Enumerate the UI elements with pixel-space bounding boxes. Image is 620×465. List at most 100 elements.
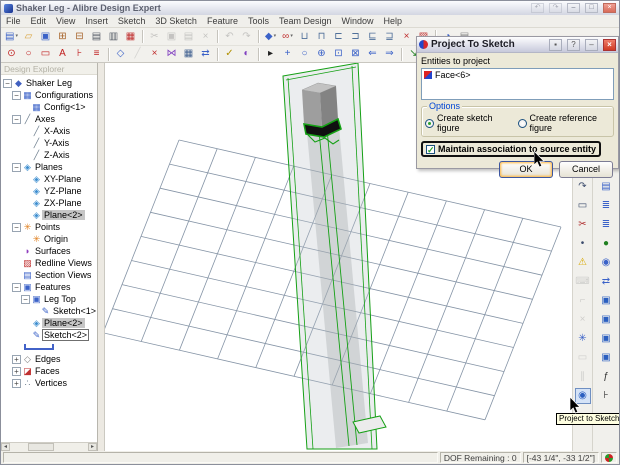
scroll-left-icon[interactable]: ◂ (1, 443, 10, 451)
view-orientation-left-button[interactable]: ⊏ (330, 29, 347, 44)
tree-item-points[interactable]: − ✳ Points (1, 221, 97, 233)
menu-item-edit[interactable]: Edit (26, 16, 52, 26)
scrollbar-thumb[interactable] (28, 443, 54, 451)
menu-item-team-design[interactable]: Team Design (274, 16, 337, 26)
sweep-button[interactable]: ⇄ (598, 274, 614, 290)
dialog-minimize-button[interactable]: – (585, 38, 598, 51)
tree-item-label[interactable]: Faces (33, 366, 62, 376)
equation-editor-button[interactable]: ƒ (598, 369, 614, 385)
sketch-notebook-button[interactable]: ▤ (598, 179, 614, 195)
tree-item-label[interactable]: Surfaces (33, 246, 73, 256)
print-preview-button[interactable]: ▥ (105, 29, 122, 44)
remove-view-button[interactable]: × (398, 29, 415, 44)
radio-unselected-icon[interactable] (517, 118, 527, 128)
entity-list-item[interactable]: Face<6> (424, 70, 611, 80)
tree-item-label[interactable]: Plane<2> (42, 318, 85, 328)
tree-item-sketch-2[interactable]: ✎ Sketch<2> (1, 329, 97, 341)
pan-tool[interactable]: + (279, 47, 296, 62)
tree-item-features[interactable]: − ▣ Features (1, 281, 97, 293)
shell-button[interactable]: ▣ (598, 312, 614, 328)
menu-item-help[interactable]: Help (379, 16, 408, 26)
new-part-button[interactable]: ▤ (3, 29, 20, 44)
tree-horizontal-scrollbar[interactable]: ◂ ▸ (1, 442, 97, 451)
scale-tool[interactable]: ◐ (238, 47, 255, 62)
view-orientation-top-button[interactable]: ⊑ (364, 29, 381, 44)
tree-expander-minus-icon[interactable]: − (12, 222, 21, 232)
tree-item-label[interactable]: Points (33, 222, 62, 232)
tree-item-label[interactable]: Z-Axis (42, 150, 72, 160)
rectangle-sketch-tool[interactable]: ▭ (575, 198, 591, 214)
tree-item-label[interactable]: Plane<2> (42, 210, 85, 220)
view-orientation-back-button[interactable]: ⊓ (313, 29, 330, 44)
import-button[interactable]: ⊞ (54, 29, 71, 44)
move-tool[interactable]: ⇄ (197, 47, 214, 62)
tree-item-planes[interactable]: − ◈ Planes (1, 161, 97, 173)
tree-item-config-1[interactable]: ▦ Config<1> (1, 101, 97, 113)
radio-selected-icon[interactable] (425, 118, 434, 128)
tree-item-label[interactable]: Sketch<2> (42, 329, 90, 341)
menu-item-feature[interactable]: Feature (202, 16, 243, 26)
menu-item-3d-sketch[interactable]: 3D Sketch (150, 16, 202, 26)
zoom-window-tool[interactable]: ⊡ (330, 47, 347, 62)
tree-item-label[interactable]: XY-Plane (42, 174, 83, 184)
zoom-fit-tool[interactable]: ⊠ (347, 47, 364, 62)
trim-sketch-tool[interactable]: ✂ (575, 217, 591, 233)
tree-item-label[interactable]: Sketch<1> (51, 306, 97, 316)
pattern-feature-button[interactable]: ▣ (598, 350, 614, 366)
tree-item-label[interactable]: Origin (42, 234, 70, 244)
minimize-button[interactable]: – (567, 3, 580, 13)
sketch-analysis-warning-button[interactable]: ⚠ (575, 255, 591, 271)
tree-item-label[interactable]: Leg Top (42, 294, 78, 304)
tree-item-yz-plane[interactable]: ◈ YZ-Plane (1, 185, 97, 197)
tree-item-edges[interactable]: + ◇ Edges (1, 353, 97, 365)
menu-item-view[interactable]: View (51, 16, 80, 26)
maximize-button[interactable]: □ (585, 3, 598, 13)
tree-item-plane-2[interactable]: ◈ Plane<2> (1, 317, 97, 329)
next-view-button[interactable]: ⇒ (381, 47, 398, 62)
design-table-button[interactable]: ▦ (180, 47, 197, 62)
view-orientation-front-button[interactable]: ⊔ (296, 29, 313, 44)
extrude-boss-button[interactable]: ≣ (598, 198, 614, 214)
orbit-tool[interactable]: ○ (296, 47, 313, 62)
tree-item-label[interactable]: Edges (33, 354, 63, 364)
pattern-sketch-tool[interactable]: ✳ (575, 331, 591, 347)
scroll-right-icon[interactable]: ▸ (88, 443, 97, 451)
tree-item-x-axis[interactable]: ╱ X-Axis (1, 125, 97, 137)
view-orientation-right-button[interactable]: ⊐ (347, 29, 364, 44)
tree-expander-minus-icon[interactable]: − (3, 78, 12, 88)
tree-item-plane-2[interactable]: ◈ Plane<2> (1, 209, 97, 221)
text-tool[interactable]: A (54, 47, 71, 62)
tree-item-sketch-1[interactable]: ✎ Sketch<1> (1, 305, 97, 317)
revolve-boss-button[interactable]: ● (598, 236, 614, 252)
tree-item-axes[interactable]: − ╱ Axes (1, 113, 97, 125)
ellipse-tool[interactable]: ○ (20, 47, 37, 62)
menu-item-tools[interactable]: Tools (243, 16, 274, 26)
scrollbar-track[interactable] (10, 443, 88, 451)
dialog-pin-button[interactable]: ▪ (549, 38, 562, 51)
tree-expander-minus-icon[interactable]: − (12, 114, 21, 124)
create-sketch-figure-radio[interactable]: Create sketch figure (425, 113, 518, 133)
previous-view-button[interactable]: ⇐ (364, 47, 381, 62)
view-orientation-bottom-button[interactable]: ⊒ (381, 29, 398, 44)
revolve-cut-button[interactable]: ◉ (598, 255, 614, 271)
tree-item-label[interactable]: Config<1> (42, 102, 88, 112)
tree-item-faces[interactable]: + ◪ Faces (1, 365, 97, 377)
tree-item-label[interactable]: ZX-Plane (42, 198, 84, 208)
publish-report-button[interactable]: ▦ (122, 29, 139, 44)
save-button[interactable]: ▣ (37, 29, 54, 44)
line-format-tool[interactable]: ≡ (88, 47, 105, 62)
dimension-annotation-tool[interactable]: ⊦ (71, 47, 88, 62)
tree-expander-minus-icon[interactable]: − (12, 90, 21, 100)
menu-item-window[interactable]: Window (337, 16, 379, 26)
menu-item-sketch[interactable]: Sketch (113, 16, 151, 26)
tree-item-surfaces[interactable]: ◗ Surfaces (1, 245, 97, 257)
open-button[interactable]: ▱ (20, 29, 37, 44)
mirror-tool[interactable]: ⋈ (163, 47, 180, 62)
draft-button[interactable]: ▣ (598, 331, 614, 347)
panel-splitter[interactable] (98, 63, 105, 451)
tree-expander-plus-icon[interactable]: + (12, 354, 21, 364)
dialog-titlebar[interactable]: Project To Sketch ▪ ? – × (417, 37, 618, 53)
tree-item-label[interactable]: Section Views (33, 270, 93, 280)
tree-expander-minus-icon[interactable]: − (21, 294, 30, 304)
tree-item-label[interactable]: YZ-Plane (42, 186, 84, 196)
